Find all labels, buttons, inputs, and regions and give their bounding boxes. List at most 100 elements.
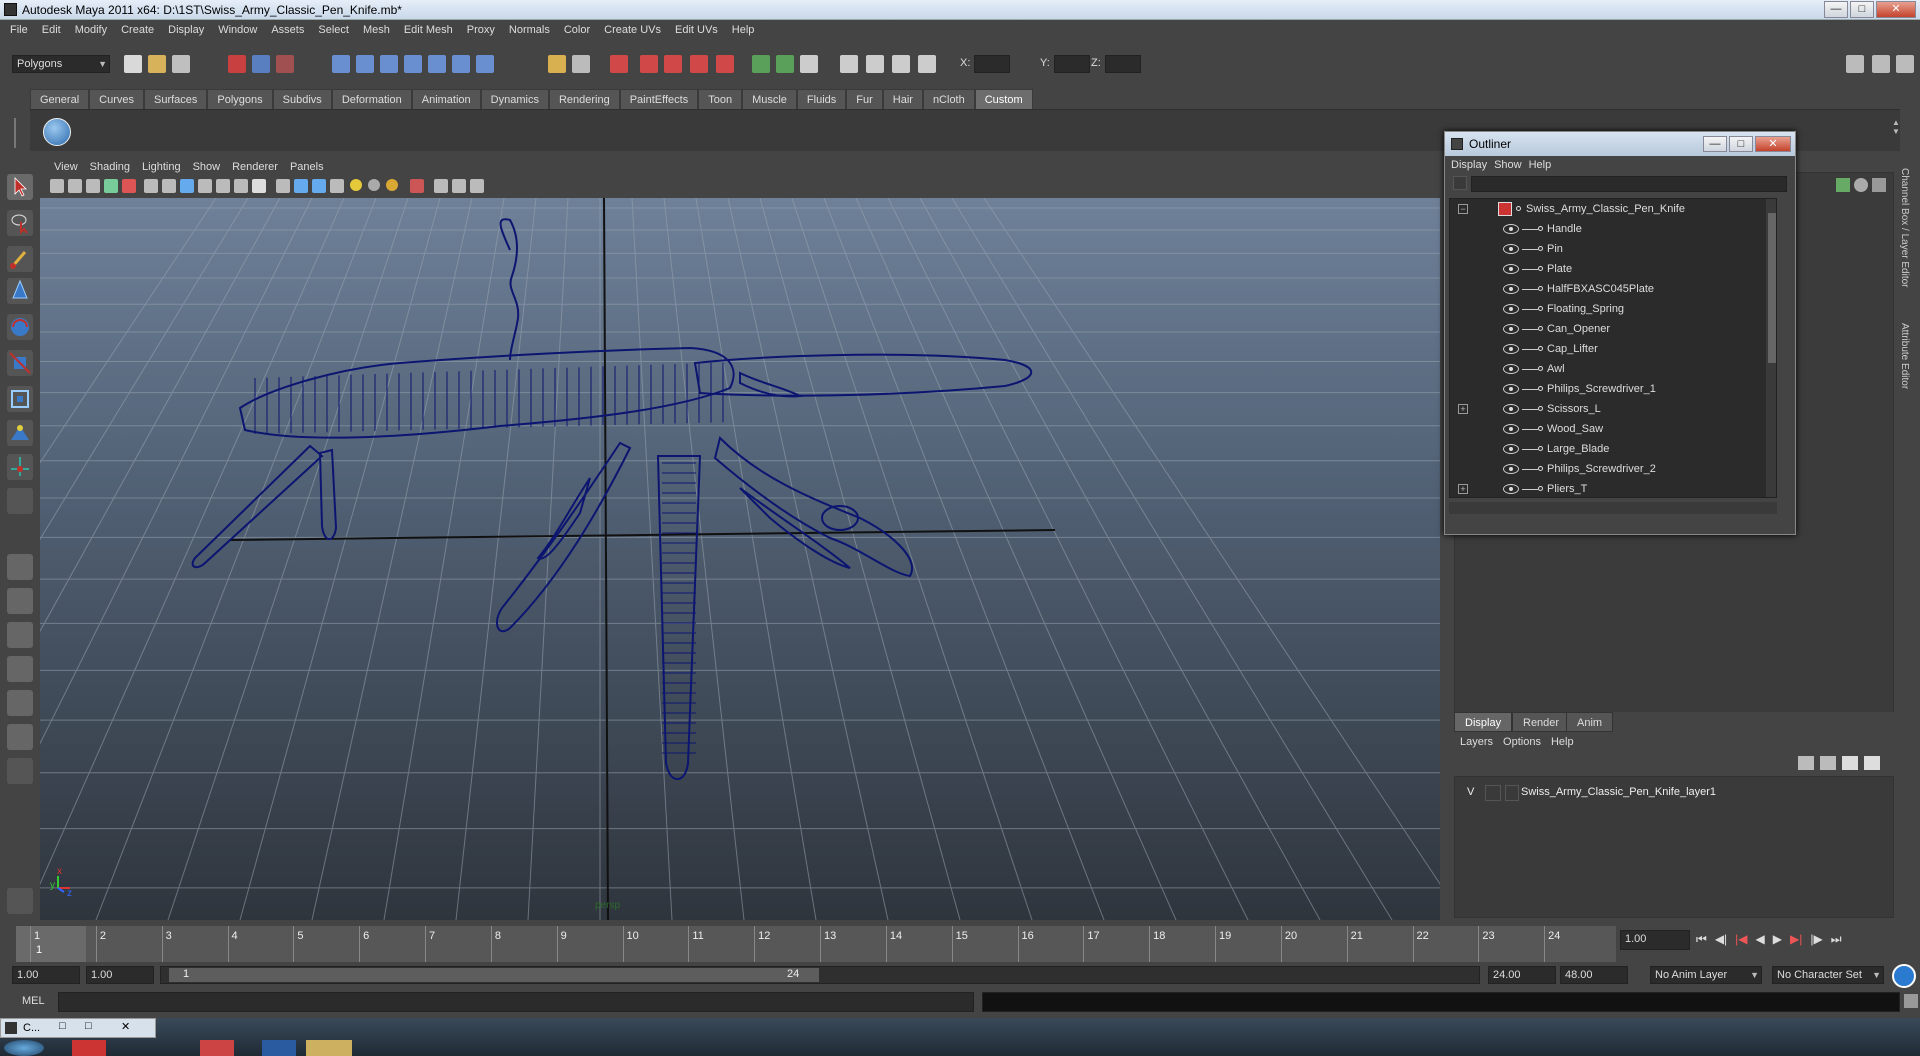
- attribute-editor-side-tab[interactable]: Attribute Editor: [1896, 323, 1910, 433]
- menu-create[interactable]: Create: [115, 24, 162, 36]
- select-by-component-icon[interactable]: [276, 55, 294, 73]
- shelf-tab-muscle[interactable]: Muscle: [742, 89, 797, 109]
- shelf-tab-ncloth[interactable]: nCloth: [922, 89, 975, 109]
- outliner-item-handle[interactable]: Handle: [1450, 219, 1776, 239]
- default-light-icon[interactable]: [350, 179, 362, 191]
- menu-edit-mesh[interactable]: Edit Mesh: [398, 24, 461, 36]
- snap-surface-icon[interactable]: [428, 55, 446, 73]
- menu-modify[interactable]: Modify: [69, 24, 115, 36]
- shelf-tab-hair[interactable]: Hair: [882, 89, 923, 109]
- paint-select-tool-icon[interactable]: [7, 246, 33, 272]
- maximize-icon[interactable]: □: [85, 1020, 92, 1032]
- step-back-key-icon[interactable]: ◀|: [1715, 932, 1727, 947]
- end-time-field[interactable]: 48.00: [1560, 966, 1628, 984]
- menu-assets[interactable]: Assets: [265, 24, 312, 36]
- shelf-scroll-icon[interactable]: ▲ ▼: [1892, 118, 1900, 144]
- menu-edit[interactable]: Edit: [36, 24, 69, 36]
- outliner-item-awl[interactable]: Awl: [1450, 359, 1776, 379]
- save-scene-icon[interactable]: [172, 55, 190, 73]
- close-icon[interactable]: ✕: [121, 1020, 130, 1033]
- snap-grid-icon[interactable]: [332, 55, 350, 73]
- construction-history-icon[interactable]: [572, 55, 590, 73]
- shelf-tab-polygons[interactable]: Polygons: [207, 89, 273, 109]
- outliner-item-cap-lifter[interactable]: Cap_Lifter: [1450, 339, 1776, 359]
- layer-row[interactable]: V Swiss_Army_Classic_Pen_Knife_layer1: [1461, 783, 1889, 803]
- close-button[interactable]: ✕: [1876, 1, 1916, 18]
- xray-icon[interactable]: [234, 179, 248, 193]
- minimize-button[interactable]: —: [1824, 1, 1848, 18]
- menu-display[interactable]: Display: [162, 24, 212, 36]
- menu-help[interactable]: Help: [726, 24, 763, 36]
- minimized-window-tab[interactable]: C... □ □ ✕: [0, 1018, 156, 1038]
- show-manipulator-icon[interactable]: [7, 454, 33, 480]
- outliner-item-can-opener[interactable]: Can_Opener: [1450, 319, 1776, 339]
- lasso-tool-icon[interactable]: [7, 210, 33, 236]
- checkmark-shelf-icon[interactable]: [43, 118, 71, 146]
- snap-plane-icon[interactable]: [404, 55, 422, 73]
- shelf-tab-animation[interactable]: Animation: [411, 89, 481, 109]
- move-tool-icon[interactable]: [7, 278, 33, 304]
- panel-menu-show[interactable]: Show: [187, 161, 227, 173]
- expand-icon[interactable]: +: [1458, 404, 1468, 414]
- z-field[interactable]: [1105, 55, 1141, 73]
- layer-menu-help[interactable]: Help: [1551, 736, 1574, 748]
- shelf-tab-curves[interactable]: Curves: [89, 89, 144, 109]
- menu-file[interactable]: File: [4, 24, 36, 36]
- resolution-gate-icon[interactable]: [434, 179, 448, 193]
- outliner-root-item[interactable]: − Swiss_Army_Classic_Pen_Knife: [1450, 199, 1776, 219]
- soft-modification-icon[interactable]: [7, 420, 33, 446]
- new-scene-icon[interactable]: [124, 55, 142, 73]
- new-layer-from-selection-icon[interactable]: [1864, 756, 1880, 770]
- move-layer-down-icon[interactable]: [1820, 756, 1836, 770]
- shelf-tab-painteffects[interactable]: PaintEffects: [619, 89, 699, 109]
- panel-menu-view[interactable]: View: [48, 161, 84, 173]
- outliner-item-half-plate[interactable]: HalfFBXASC045Plate: [1450, 279, 1776, 299]
- gate-mask-icon[interactable]: [470, 179, 484, 193]
- all-lights-icon[interactable]: [368, 179, 380, 191]
- show-tool-settings-icon[interactable]: [1872, 55, 1890, 73]
- smooth-shade-icon[interactable]: [162, 179, 176, 193]
- range-bar[interactable]: 1 24: [169, 968, 819, 982]
- shelf-tab-fluids[interactable]: Fluids: [796, 89, 847, 109]
- hypergraph-icon[interactable]: [866, 55, 884, 73]
- select-tool-icon[interactable]: [7, 174, 33, 200]
- shelf-tab-surfaces[interactable]: Surfaces: [143, 89, 208, 109]
- layer-menu-layers[interactable]: Layers: [1460, 736, 1493, 748]
- ipr-render-icon[interactable]: [640, 55, 658, 73]
- shadows-icon[interactable]: [312, 179, 326, 193]
- checker-icon[interactable]: [330, 179, 344, 193]
- snap-view-icon[interactable]: [452, 55, 470, 73]
- layer-tab-anim[interactable]: Anim: [1566, 712, 1614, 732]
- shelf-tab-custom[interactable]: Custom: [974, 89, 1033, 109]
- help-icon[interactable]: [476, 55, 494, 73]
- outliner-scroll-thumb[interactable]: [1768, 213, 1776, 363]
- menu-window[interactable]: Window: [212, 24, 265, 36]
- outliner-item-large-blade[interactable]: Large_Blade: [1450, 439, 1776, 459]
- open-scene-icon[interactable]: [148, 55, 166, 73]
- outliner-horizontal-scrollbar[interactable]: [1449, 502, 1777, 514]
- menu-color[interactable]: Color: [558, 24, 598, 36]
- camera-icon[interactable]: [800, 55, 818, 73]
- step-back-frame-icon[interactable]: |◀: [1735, 932, 1747, 947]
- panel-menu-panels[interactable]: Panels: [284, 161, 330, 173]
- menu-edit-uvs[interactable]: Edit UVs: [669, 24, 726, 36]
- wireframe-on-shaded-icon[interactable]: [216, 179, 230, 193]
- character-set-dropdown[interactable]: No Character Set ▼: [1772, 966, 1884, 984]
- snap-curve-icon[interactable]: [356, 55, 374, 73]
- shelf-tab-subdivs[interactable]: Subdivs: [272, 89, 332, 109]
- layer-tab-render[interactable]: Render: [1512, 712, 1571, 732]
- hypershade-icon[interactable]: [716, 55, 734, 73]
- universal-manipulator-icon[interactable]: [7, 386, 33, 412]
- layer-playback-toggle[interactable]: [1485, 785, 1501, 801]
- playback-end-field[interactable]: 24.00: [1488, 966, 1556, 984]
- channel-box-side-tab[interactable]: Channel Box / Layer Editor: [1896, 168, 1910, 338]
- graph-editor-icon[interactable]: [918, 55, 936, 73]
- layer-tab-display[interactable]: Display: [1454, 712, 1513, 732]
- last-tool-icon[interactable]: [7, 488, 33, 514]
- shelf-tab-fur[interactable]: Fur: [846, 89, 883, 109]
- taskbar-app-icon[interactable]: [200, 1040, 234, 1056]
- panel-menu-renderer[interactable]: Renderer: [226, 161, 284, 173]
- time-ruler[interactable]: 1 1 2 3 4 5 6 7 8 9 10 11 12 13 14 15 16 17 18 19 20 21 22 23 2…: [16, 926, 1616, 962]
- anim-layer-dropdown[interactable]: No Anim Layer ▼: [1650, 966, 1762, 984]
- current-time-field[interactable]: 1.00: [1620, 930, 1690, 950]
